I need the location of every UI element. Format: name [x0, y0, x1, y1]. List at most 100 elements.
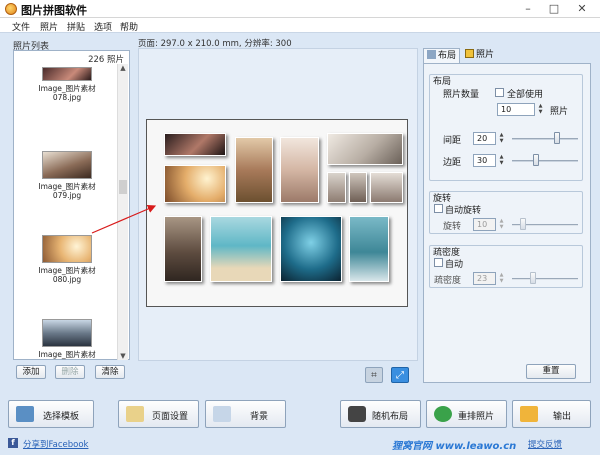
photo-count-stepper[interactable]: ▲ ▼ — [536, 103, 545, 116]
collage-photo[interactable] — [280, 137, 319, 203]
menu-collage[interactable]: 拼贴 — [67, 20, 85, 33]
select-template-button[interactable]: 选择模板 — [8, 400, 94, 428]
scroll-up-icon[interactable]: ▲ — [118, 64, 128, 72]
layout-icon — [427, 50, 436, 59]
app-logo-icon — [5, 3, 17, 15]
list-item[interactable]: Image_图片素材 078.jpg — [19, 67, 115, 102]
spacing-stepper[interactable]: ▲ ▼ — [497, 132, 506, 145]
page-setup-icon — [126, 406, 144, 422]
list-item[interactable]: Image_图片素材 080.jpg — [19, 235, 115, 284]
density-slider-handle[interactable] — [530, 272, 536, 284]
rotate-label: 旋转 — [443, 222, 462, 232]
minimize-button[interactable]: – — [515, 1, 541, 17]
menu-help[interactable]: 帮助 — [120, 20, 138, 33]
scroll-down-icon[interactable]: ▼ — [118, 352, 128, 360]
rearrange-photos-label: 重排照片 — [458, 412, 495, 422]
density-label: 疏密度 — [434, 276, 462, 286]
auto-density-label: 自动 — [445, 260, 464, 270]
refresh-icon — [434, 406, 452, 422]
photo-caption: Image_图片素材 — [38, 350, 96, 359]
fit-to-page-icon[interactable]: ⤢ — [391, 367, 409, 383]
margin-slider[interactable] — [512, 160, 578, 162]
collage-photo[interactable] — [327, 133, 403, 165]
close-button[interactable]: ✕ — [569, 1, 595, 17]
photo-thumbnail — [42, 67, 92, 81]
collage-page[interactable] — [146, 119, 408, 307]
tab-layout[interactable]: 布局 — [423, 48, 461, 63]
tab-photo-label: 照片 — [476, 50, 495, 60]
random-layout-label: 随机布局 — [372, 412, 409, 422]
use-all-checkbox[interactable] — [495, 88, 504, 97]
page-setup-button[interactable]: 页面设置 — [118, 400, 199, 428]
title-bar: 图片拼图软件 – □ ✕ — [0, 0, 600, 18]
menu-file[interactable]: 文件 — [12, 20, 30, 33]
photo-icon — [465, 49, 474, 58]
list-scrollbar[interactable]: ▲ ▼ — [117, 64, 128, 360]
menu-options[interactable]: 选项 — [94, 20, 112, 33]
spacing-input[interactable]: 20 — [473, 132, 496, 145]
spacing-slider[interactable] — [512, 138, 578, 140]
density-stepper[interactable]: ▲ ▼ — [497, 272, 506, 285]
collage-photo[interactable] — [370, 172, 403, 203]
collage-photo[interactable] — [164, 165, 226, 203]
margin-slider-handle[interactable] — [533, 154, 539, 166]
list-item[interactable]: Image_图片素材 079.jpg — [19, 151, 115, 200]
tab-photo[interactable]: 照片 — [462, 48, 497, 63]
template-icon — [16, 406, 34, 422]
collage-photo[interactable] — [164, 216, 202, 282]
density-slider[interactable] — [512, 278, 578, 280]
random-layout-button[interactable]: 随机布局 — [340, 400, 421, 428]
rearrange-photos-button[interactable]: 重排照片 — [426, 400, 507, 428]
rotate-input[interactable]: 10 — [473, 218, 496, 231]
share-facebook-link[interactable]: 分享到Facebook — [23, 438, 88, 450]
maximize-button[interactable]: □ — [541, 1, 567, 17]
collage-photo[interactable] — [280, 216, 342, 282]
canvas-area[interactable]: ⌗ ⤢ — [138, 48, 418, 383]
tab-layout-label: 布局 — [438, 51, 457, 61]
bottom-toolbar: 选择模板 页面设置 背景 随机布局 重排照片 输出 — [0, 396, 600, 436]
clear-button[interactable]: 清除 — [95, 365, 125, 379]
collage-photo[interactable] — [235, 137, 273, 203]
photo-thumbnail — [42, 319, 92, 347]
auto-rotate-checkbox[interactable] — [434, 204, 443, 213]
menu-photo[interactable]: 照片 — [40, 20, 58, 33]
photo-thumbnail — [42, 151, 92, 179]
rotate-stepper[interactable]: ▲ ▼ — [497, 218, 506, 231]
rotate-slider-handle[interactable] — [520, 218, 526, 230]
photo-count-input[interactable]: 10 — [497, 103, 535, 116]
crop-icon[interactable]: ⌗ — [365, 367, 383, 383]
brand-link[interactable]: 狸窝官网 www.leawo.cn — [392, 437, 516, 452]
photo-caption: Image_图片素材 079.jpg — [38, 182, 96, 200]
delete-button[interactable]: 删除 — [55, 365, 85, 379]
background-icon — [213, 406, 231, 422]
layout-group-label: 布局 — [433, 77, 452, 87]
collage-photo[interactable] — [349, 216, 389, 282]
feedback-link[interactable]: 提交反馈 — [528, 438, 562, 450]
photo-caption: Image_图片素材 078.jpg — [38, 84, 96, 102]
select-template-label: 选择模板 — [43, 412, 80, 422]
photo-list[interactable]: 226 照片 Image_图片素材 078.jpg Image_图片素材 079… — [13, 50, 130, 360]
export-icon — [520, 406, 538, 422]
spacing-slider-handle[interactable] — [554, 132, 560, 144]
list-item[interactable]: Image_图片素材 — [19, 319, 115, 359]
footer: f 分享到Facebook 狸窝官网 www.leawo.cn 提交反馈 — [0, 434, 600, 455]
facebook-icon[interactable]: f — [8, 438, 18, 448]
margin-stepper[interactable]: ▲ ▼ — [497, 154, 506, 167]
background-button[interactable]: 背景 — [205, 400, 286, 428]
add-button[interactable]: 添加 — [16, 365, 46, 379]
auto-density-checkbox[interactable] — [434, 258, 443, 267]
collage-photo[interactable] — [164, 133, 226, 156]
collage-photo[interactable] — [349, 172, 367, 203]
margin-input[interactable]: 30 — [473, 154, 496, 167]
photo-count-label: 照片数量 — [443, 90, 480, 100]
reset-button[interactable]: 重置 — [526, 364, 576, 379]
density-input[interactable]: 23 — [473, 272, 496, 285]
spacing-label: 间距 — [443, 136, 462, 146]
scrollbar-thumb[interactable] — [119, 180, 127, 194]
page-setup-label: 页面设置 — [152, 412, 189, 422]
margin-label: 边距 — [443, 158, 462, 168]
export-button[interactable]: 输出 — [512, 400, 591, 428]
settings-panel: 布局 照片 布局 照片数量 全部使用 10 ▲ ▼ 照片 间距 20 ▲ ▼ 边距 … — [420, 48, 592, 383]
collage-photo[interactable] — [327, 172, 346, 203]
collage-photo[interactable] — [210, 216, 272, 282]
